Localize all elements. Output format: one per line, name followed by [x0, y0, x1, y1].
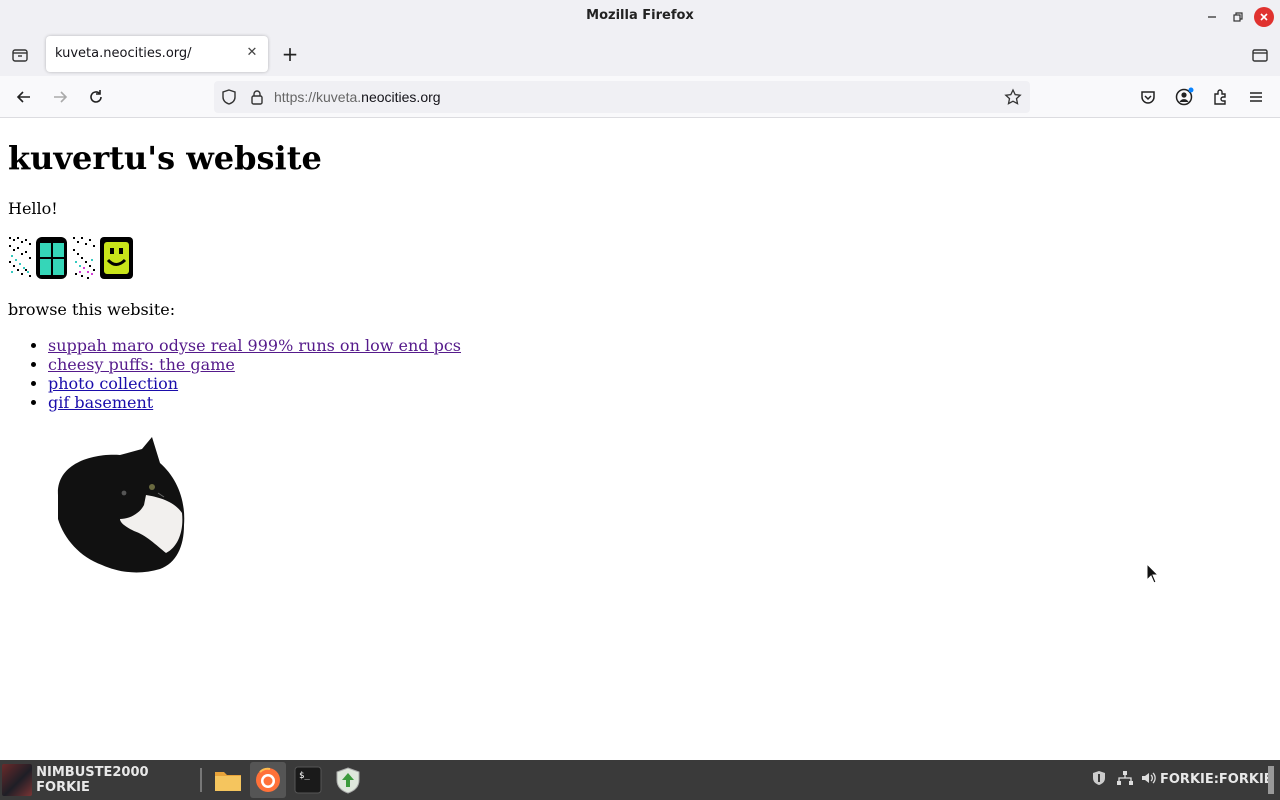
- tab-title: kuveta.neocities.org/: [55, 46, 192, 61]
- updater-icon[interactable]: [330, 762, 366, 798]
- terminal-icon[interactable]: $_: [290, 762, 326, 798]
- pocket-icon[interactable]: [1138, 87, 1158, 107]
- url-host: neocities.org: [361, 89, 441, 105]
- close-window-button[interactable]: [1254, 7, 1274, 27]
- list-item: suppah maro odyse real 999% runs on low …: [48, 336, 461, 355]
- window-title: Mozilla Firefox: [586, 8, 694, 23]
- firefox-view-icon[interactable]: [1250, 45, 1270, 65]
- tab-active[interactable]: kuveta.neocities.org/ ✕: [46, 36, 268, 72]
- start-menu-label: NIMBUSTE2000 FORKIE: [36, 765, 149, 795]
- link-gif-basement[interactable]: gif basement: [48, 393, 153, 412]
- volume-icon[interactable]: [1140, 769, 1158, 791]
- web-page-content: kuvertu's website Hello! browse this web…: [0, 119, 1280, 760]
- link-photo-collection[interactable]: photo collection: [48, 374, 178, 393]
- account-icon[interactable]: [1174, 87, 1194, 107]
- forward-button[interactable]: [50, 87, 70, 107]
- minimize-button[interactable]: [1202, 7, 1222, 27]
- cat-image: [57, 437, 185, 573]
- start-menu-thumbnail: [2, 764, 33, 796]
- reload-button[interactable]: [86, 87, 106, 107]
- svg-text:$_: $_: [299, 771, 310, 781]
- start-menu-button[interactable]: NIMBUSTE2000 FORKIE: [2, 764, 192, 796]
- url-bar[interactable]: https://kuveta.neocities.org: [214, 81, 1030, 113]
- menu-hamburger-icon[interactable]: [1246, 87, 1266, 107]
- network-icon[interactable]: [1116, 769, 1134, 791]
- files-icon[interactable]: [210, 762, 246, 798]
- bookmark-star-icon[interactable]: [1004, 88, 1022, 106]
- lock-icon[interactable]: [248, 88, 266, 106]
- mouse-cursor-icon: [1146, 563, 1160, 584]
- browse-label: browse this website:: [8, 300, 176, 319]
- window-titlebar: Mozilla Firefox: [0, 0, 1280, 34]
- pixel-badges: [8, 235, 134, 280]
- greeting-text: Hello!: [8, 199, 58, 218]
- session-user-label[interactable]: FORKIE:FORKIE: [1160, 772, 1273, 787]
- system-tray: [1090, 760, 1158, 800]
- taskbar-separator: [200, 768, 202, 792]
- extensions-icon[interactable]: [1210, 87, 1230, 107]
- site-links-list: suppah maro odyse real 999% runs on low …: [48, 336, 461, 412]
- list-item: cheesy puffs: the game: [48, 355, 461, 374]
- taskbar: NIMBUSTE2000 FORKIE $_ FORKIE:FORKIE: [0, 760, 1280, 800]
- url-prefix: https://kuveta.: [274, 89, 362, 105]
- back-button[interactable]: [14, 87, 34, 107]
- restore-button[interactable]: [1228, 7, 1248, 27]
- tab-list-icon[interactable]: [10, 45, 30, 65]
- list-item: photo collection: [48, 374, 461, 393]
- link-suppah-maro[interactable]: suppah maro odyse real 999% runs on low …: [48, 336, 461, 355]
- pixel-window-badge-image: [8, 235, 68, 280]
- shield-icon[interactable]: [1090, 769, 1108, 791]
- firefox-icon[interactable]: [250, 762, 286, 798]
- new-tab-button[interactable]: +: [280, 44, 300, 64]
- pixel-smiley-badge-image: [72, 235, 134, 280]
- page-heading: kuvertu's website: [8, 139, 322, 177]
- show-desktop-button[interactable]: [1268, 766, 1274, 794]
- url-text[interactable]: https://kuveta.neocities.org: [274, 89, 441, 105]
- navigation-toolbar: https://kuveta.neocities.org: [0, 76, 1280, 118]
- tab-close-icon[interactable]: ✕: [244, 45, 260, 61]
- tracking-protection-icon[interactable]: [220, 88, 238, 106]
- list-item: gif basement: [48, 393, 461, 412]
- link-cheesy-puffs[interactable]: cheesy puffs: the game: [48, 355, 235, 374]
- tab-strip: kuveta.neocities.org/ ✕ +: [0, 34, 1280, 76]
